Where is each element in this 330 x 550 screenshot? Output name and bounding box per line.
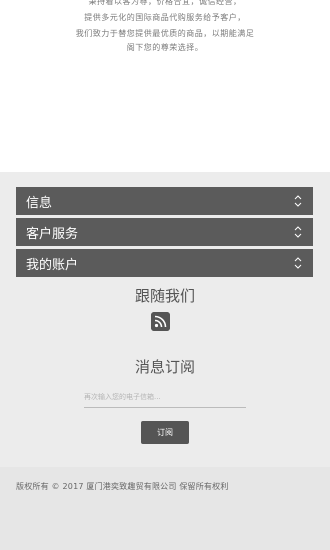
accordion-my-account[interactable]: 我的账户 (16, 249, 313, 277)
rss-icon[interactable] (151, 312, 170, 331)
about-line-2: 提供多元化的国际商品代购服务给予客户， (84, 13, 246, 22)
copyright-text: 版权所有 © 2017 厦门港奕致趣贸有限公司 保留所有权利 (16, 482, 229, 491)
footer-links-section: 信息 客户服务 我的账户 跟随我们 消息订阅 再次输入您的电子信箱... 订阅 (0, 172, 330, 467)
accordion-customer-service[interactable]: 客户服务 (16, 218, 313, 246)
chevron-up-down-icon (294, 195, 302, 207)
subscribe-button[interactable]: 订阅 (141, 421, 189, 444)
about-line-1: 秉持着以客为尊，价格合宜，诚信经营， (88, 0, 242, 6)
accordion-label: 我的账户 (26, 257, 79, 273)
about-section: 秉持着以客为尊，价格合宜，诚信经营， 提供多元化的国际商品代购服务给予客户， 我… (0, 0, 330, 172)
accordion-info[interactable]: 信息 (16, 187, 313, 215)
chevron-up-down-icon (294, 257, 302, 269)
page-footer: 版权所有 © 2017 厦门港奕致趣贸有限公司 保留所有权利 (0, 467, 330, 550)
accordion-label: 信息 (26, 195, 53, 211)
about-line-3: 我们致力于替您提供最优质的商品，以期能满足 (75, 29, 255, 38)
page: 秉持着以客为尊，价格合宜，诚信经营， 提供多元化的国际商品代购服务给予客户， 我… (0, 0, 330, 550)
follow-us-title: 跟随我们 (134, 287, 195, 305)
chevron-up-down-icon (294, 226, 302, 238)
email-input[interactable] (84, 386, 246, 408)
accordion-label: 客户服务 (26, 226, 79, 242)
newsletter-title: 消息订阅 (134, 358, 195, 376)
about-line-4: 阁下您的尊荣选择。 (126, 43, 204, 52)
